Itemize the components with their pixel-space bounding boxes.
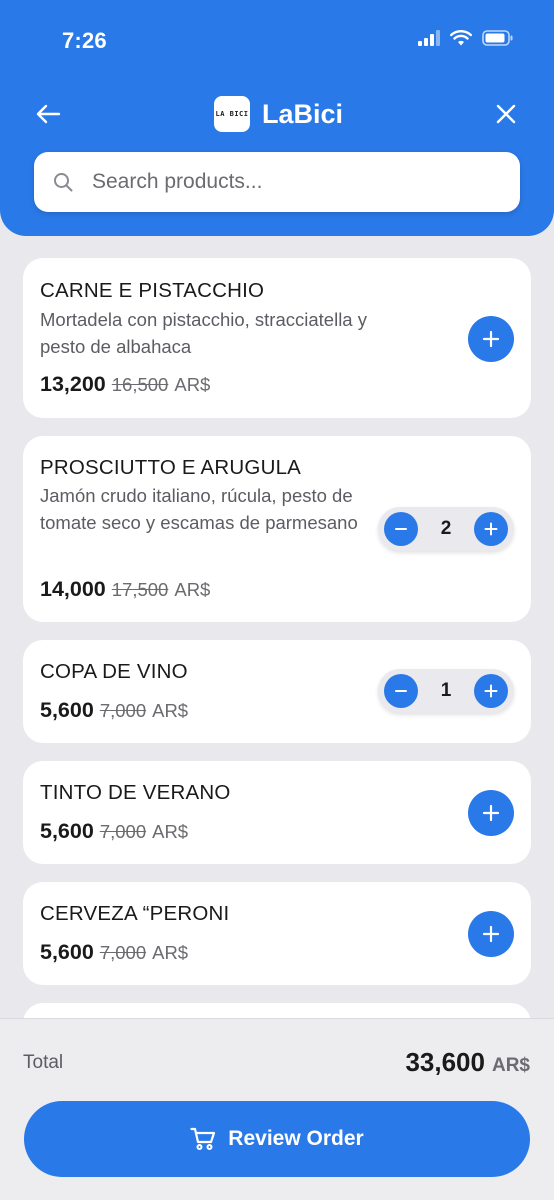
price-original: 17,500 xyxy=(111,579,169,600)
quantity-value: 1 xyxy=(440,680,452,701)
search-input[interactable] xyxy=(92,170,472,194)
plus-icon xyxy=(484,684,498,698)
plus-icon xyxy=(484,522,498,536)
decrement-button[interactable] xyxy=(384,512,418,546)
price-currency: AR$ xyxy=(152,821,189,842)
price-original: 7,000 xyxy=(99,942,147,963)
cart-icon xyxy=(190,1127,216,1150)
status-time: 7:26 xyxy=(62,28,107,53)
search-icon xyxy=(52,171,74,193)
plus-icon xyxy=(482,330,500,348)
decrement-button[interactable] xyxy=(384,674,418,708)
quantity-value: 2 xyxy=(440,518,452,539)
search-bar[interactable] xyxy=(34,152,520,212)
total-label: Total xyxy=(23,1052,64,1073)
review-order-label: Review Order xyxy=(228,1127,364,1150)
product-price: 13,200 16,500 AR$ xyxy=(40,372,210,397)
wifi-icon xyxy=(450,30,472,51)
nav-bar: LA BICI LaBici xyxy=(0,88,554,140)
price-currency: AR$ xyxy=(152,942,189,963)
product-name: TINTO DE VERANO xyxy=(40,781,231,804)
price-current: 13,200 xyxy=(40,372,106,396)
plus-icon xyxy=(482,804,500,822)
product-price: 5,600 7,000 AR$ xyxy=(40,940,188,965)
product-name: CARNE E PISTACCHIO xyxy=(40,279,265,302)
price-original: 7,000 xyxy=(99,700,147,721)
price-current: 14,000 xyxy=(40,577,106,601)
price-original: 7,000 xyxy=(99,821,147,842)
price-original: 16,500 xyxy=(111,374,169,395)
status-icons xyxy=(418,30,514,51)
product-name: CERVEZA “PERONI xyxy=(40,902,230,925)
arrow-left-icon xyxy=(36,104,61,124)
close-button[interactable] xyxy=(488,96,524,132)
add-button[interactable] xyxy=(468,911,514,957)
price-current: 5,600 xyxy=(40,698,94,722)
quantity-stepper: 1 xyxy=(378,669,514,713)
add-button[interactable] xyxy=(468,790,514,836)
increment-button[interactable] xyxy=(473,674,508,708)
close-icon xyxy=(496,104,516,124)
price-current: 5,600 xyxy=(40,819,94,843)
brand: LA BICI LaBici xyxy=(214,96,343,132)
add-button[interactable] xyxy=(468,316,514,362)
product-price: 5,600 7,000 AR$ xyxy=(40,698,188,723)
signal-icon xyxy=(418,30,440,51)
minus-icon xyxy=(395,690,407,692)
app-header: 7:26 LA BICI LaBici Search products... xyxy=(0,0,554,236)
product-price: 5,600 7,000 AR$ xyxy=(40,819,188,844)
increment-button[interactable] xyxy=(473,512,508,546)
plus-icon xyxy=(482,925,500,943)
status-bar: 7:26 xyxy=(0,0,554,84)
product-description: Jamón crudo italiano, rúcula, pesto de t… xyxy=(40,485,358,533)
product-card: COPA DE VINO 5,600 7,000 AR$ 1 xyxy=(23,640,531,743)
price-current: 5,600 xyxy=(40,940,94,964)
product-card: PROSCIUTTO E ARUGULA Jamón crudo italian… xyxy=(23,436,531,622)
product-name: PROSCIUTTO E ARUGULA xyxy=(40,456,302,479)
price-currency: AR$ xyxy=(152,700,189,721)
brand-name: LaBici xyxy=(262,98,344,129)
product-name: COPA DE VINO xyxy=(40,660,188,683)
back-button[interactable] xyxy=(30,96,66,132)
product-price: 14,000 17,500 AR$ xyxy=(40,577,210,602)
battery-icon xyxy=(482,30,514,51)
product-card: CARNE E PISTACCHIO Mortadela con pistacc… xyxy=(23,258,531,418)
order-footer: Total 33,600 AR$ Review Order xyxy=(0,1018,554,1200)
minus-icon xyxy=(395,528,407,530)
price-currency: AR$ xyxy=(174,374,211,395)
brand-logo: LA BICI xyxy=(214,96,250,132)
review-order-button[interactable]: Review Order xyxy=(24,1101,530,1177)
price-currency: AR$ xyxy=(174,579,211,600)
product-card: TINTO DE VERANO 5,600 7,000 AR$ xyxy=(23,761,531,864)
product-description: Mortadela con pistacchio, stracciatella … xyxy=(40,309,367,357)
total-amount: 33,600 xyxy=(405,1047,485,1077)
quantity-stepper: 2 xyxy=(378,507,514,551)
product-card: CERVEZA “PERONI 5,600 7,000 AR$ xyxy=(23,882,531,985)
total-currency: AR$ xyxy=(491,1055,530,1076)
total-value: 33,600 AR$ xyxy=(405,1047,530,1078)
